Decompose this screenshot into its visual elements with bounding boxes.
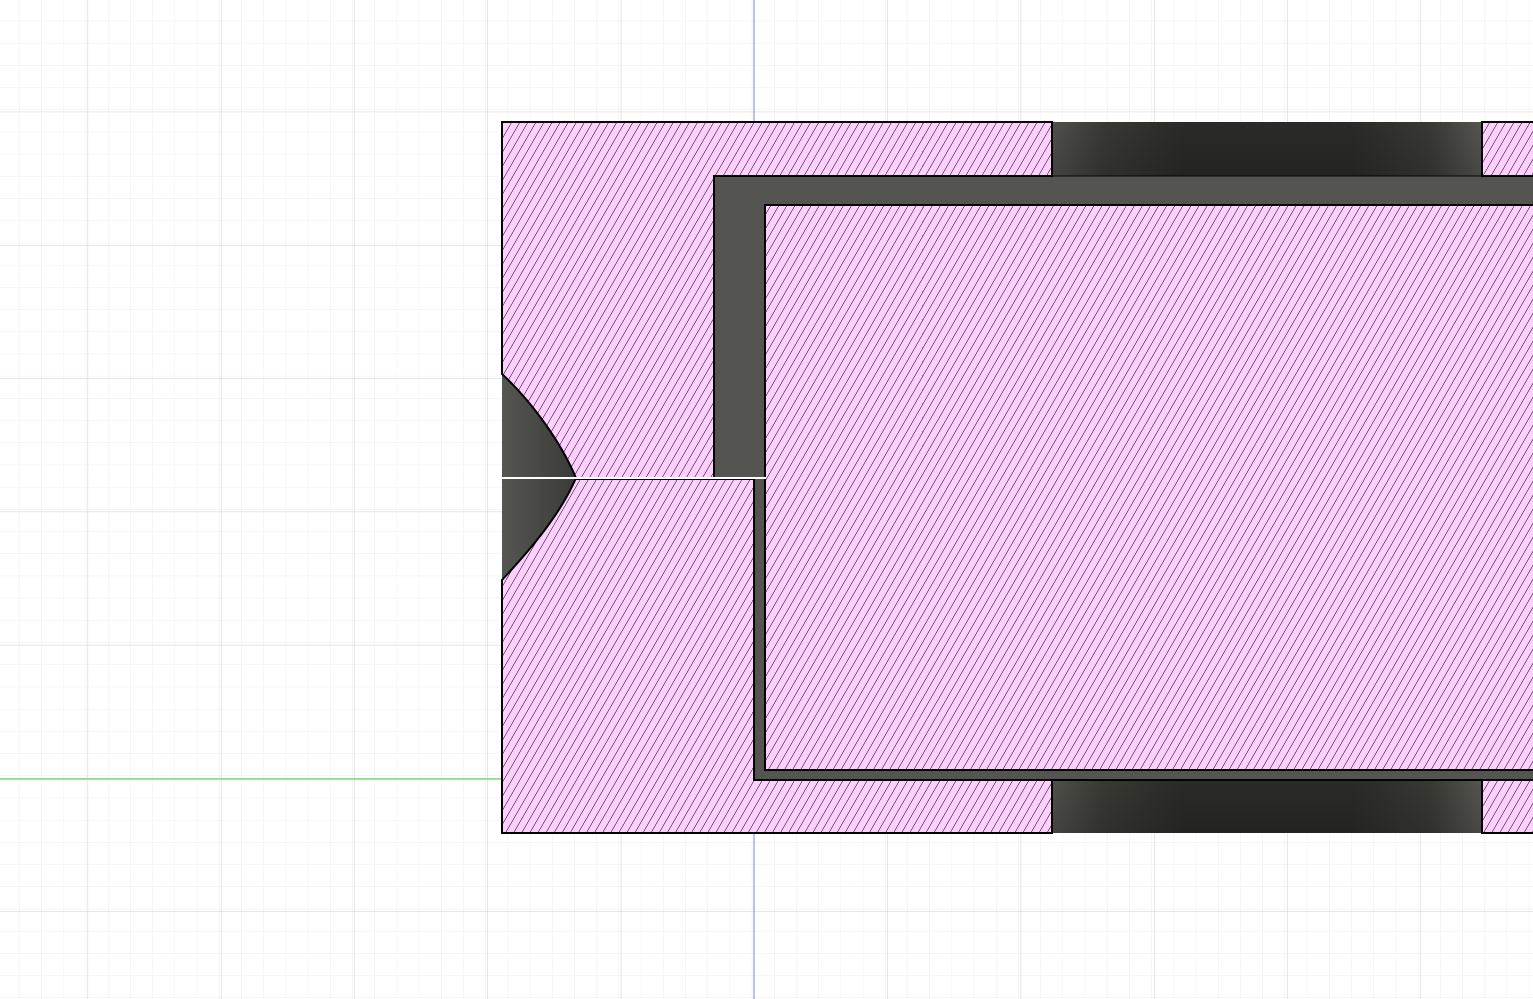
sketch-canvas[interactable] (0, 0, 1533, 999)
top-right-section-tab (1481, 121, 1533, 177)
bottom-pocket-shade (1052, 780, 1482, 833)
bottom-right-section-tab (1481, 779, 1533, 834)
canvas-viewport[interactable] (0, 0, 1533, 999)
inner-core-section (764, 204, 1533, 771)
top-pocket-shade (1052, 122, 1482, 176)
